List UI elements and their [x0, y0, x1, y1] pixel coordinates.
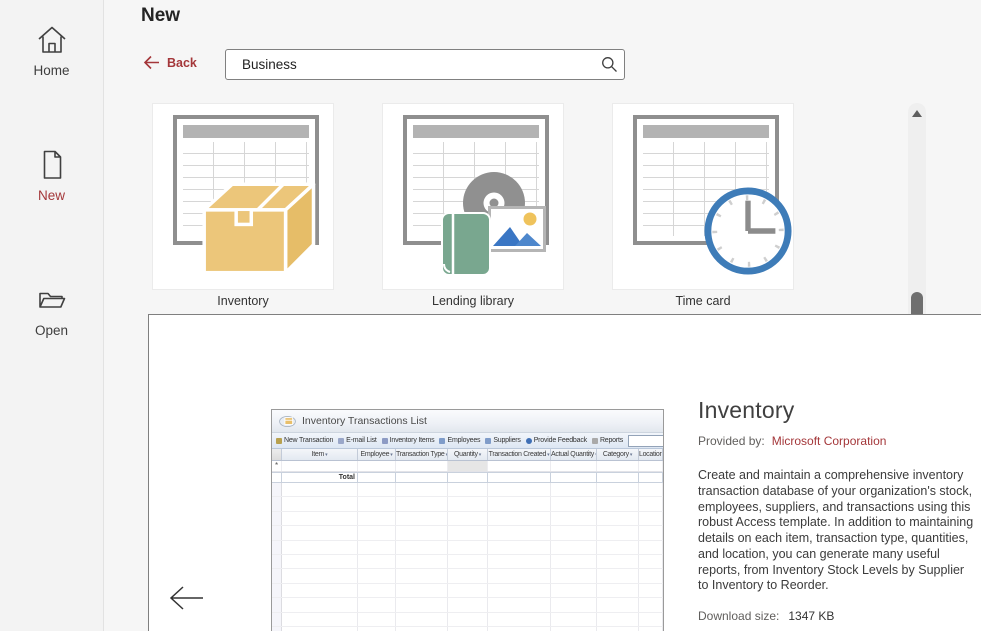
- time-card-clock-icon: [704, 187, 792, 275]
- template-name-inventory: Inventory: [217, 294, 269, 308]
- provider-link[interactable]: Microsoft Corporation: [772, 434, 887, 448]
- preview-window-title: Inventory Transactions List: [302, 415, 427, 427]
- sidebar-item-home[interactable]: Home: [0, 22, 103, 78]
- suppliers-icon: [485, 437, 492, 444]
- new-transaction-icon: [276, 437, 282, 444]
- toolbar-label: New Transaction: [284, 437, 334, 444]
- column-header: Category: [597, 449, 639, 460]
- back-arrow-icon: [143, 55, 159, 70]
- picture-icon: [488, 206, 546, 252]
- access-backstage-new: Home New Open New Back Business Inventor…: [0, 0, 981, 631]
- email-list-icon: [338, 437, 345, 444]
- sidebar-item-open[interactable]: Open: [0, 282, 103, 338]
- sidebar-item-label: Open: [34, 323, 69, 338]
- total-row: Total: [272, 472, 663, 483]
- sidebar-item-label: New: [37, 188, 65, 203]
- open-folder-icon: [38, 292, 65, 308]
- sidebar-item-label: Home: [33, 63, 70, 78]
- column-header: Transaction Created: [488, 449, 551, 460]
- template-details-panel: Inventory Transactions List New Transact…: [148, 314, 981, 631]
- employees-icon: [439, 437, 446, 444]
- column-header: Transaction Type: [396, 449, 448, 460]
- empty-row: [272, 554, 663, 570]
- scrollbar[interactable]: [908, 103, 926, 314]
- preview-datasheet: Item Employee Transaction Type Quantity …: [272, 449, 663, 631]
- inventory-box-icon: [202, 182, 316, 275]
- column-header: Employee: [358, 449, 396, 460]
- form-icon: [279, 415, 296, 427]
- preview-combobox: [628, 434, 663, 447]
- column-header: Actual Quantity: [551, 449, 597, 460]
- book-icon: [441, 212, 491, 276]
- empty-row: [272, 511, 663, 527]
- home-icon: [37, 26, 66, 53]
- empty-row: [272, 583, 663, 599]
- previous-template-arrow[interactable]: [169, 585, 205, 611]
- template-card-inventory[interactable]: [152, 103, 334, 290]
- new-record-row: *: [272, 461, 663, 472]
- back-label: Back: [167, 55, 197, 70]
- empty-row: [272, 540, 663, 555]
- search-button[interactable]: [594, 50, 624, 79]
- sidebar-item-new[interactable]: New: [0, 147, 103, 203]
- empty-row: [272, 598, 663, 613]
- provided-by-row: Provided by: Microsoft Corporation: [698, 434, 976, 448]
- column-header: Location: [639, 449, 663, 460]
- provided-by-label: Provided by:: [698, 434, 765, 448]
- search-input[interactable]: [240, 56, 594, 73]
- total-label: Total: [282, 472, 358, 482]
- download-size-value: 1347 KB: [788, 609, 835, 623]
- toolbar-label: Provide Feedback: [533, 437, 587, 444]
- search-icon: [601, 57, 617, 72]
- empty-row: [272, 569, 663, 584]
- sidebar: Home New Open: [0, 0, 104, 631]
- preview-toolbar: New Transaction E-mail List Inventory It…: [272, 433, 663, 449]
- template-preview-image: Inventory Transactions List New Transact…: [271, 409, 664, 631]
- template-name-lending-library: Lending library: [432, 294, 514, 308]
- template-details: Inventory Provided by: Microsoft Corporat…: [698, 397, 976, 623]
- column-header: Item: [282, 449, 358, 460]
- template-card-lending-library[interactable]: [382, 103, 564, 290]
- provide-feedback-icon: [525, 437, 532, 444]
- download-size-row: Download size: 1347 KB: [698, 609, 976, 623]
- preview-window-titlebar: Inventory Transactions List: [272, 410, 663, 433]
- details-title: Inventory: [698, 397, 795, 423]
- back-button[interactable]: Back: [143, 55, 197, 70]
- preview-column-headers: Item Employee Transaction Type Quantity …: [272, 449, 663, 461]
- toolbar-label: Employees: [447, 437, 481, 444]
- empty-row: [272, 497, 663, 512]
- empty-row: [272, 612, 663, 627]
- empty-row: [272, 483, 663, 498]
- download-size-label: Download size:: [698, 609, 780, 623]
- new-document-icon: [43, 150, 61, 179]
- template-description: Create and maintain a comprehensive inve…: [698, 468, 974, 593]
- toolbar-label: E-mail List: [346, 437, 377, 444]
- preview-empty-rows: [272, 483, 663, 631]
- scrollbar-thumb[interactable]: [911, 292, 923, 314]
- toolbar-label: Reports: [599, 437, 624, 444]
- inventory-items-icon: [381, 437, 388, 444]
- template-card-time-card[interactable]: [612, 103, 794, 290]
- empty-row: [272, 526, 663, 541]
- reports-icon: [591, 437, 598, 444]
- page-title: New: [141, 5, 181, 26]
- scrollbar-up-arrow-icon[interactable]: [912, 110, 922, 117]
- template-search-box: [225, 49, 625, 80]
- column-header: Quantity: [448, 449, 488, 460]
- template-name-time-card: Time card: [675, 294, 731, 308]
- new-record-marker: *: [272, 461, 282, 471]
- empty-row: [272, 626, 663, 631]
- toolbar-label: Inventory Items: [389, 437, 435, 444]
- toolbar-label: Suppliers: [493, 437, 521, 444]
